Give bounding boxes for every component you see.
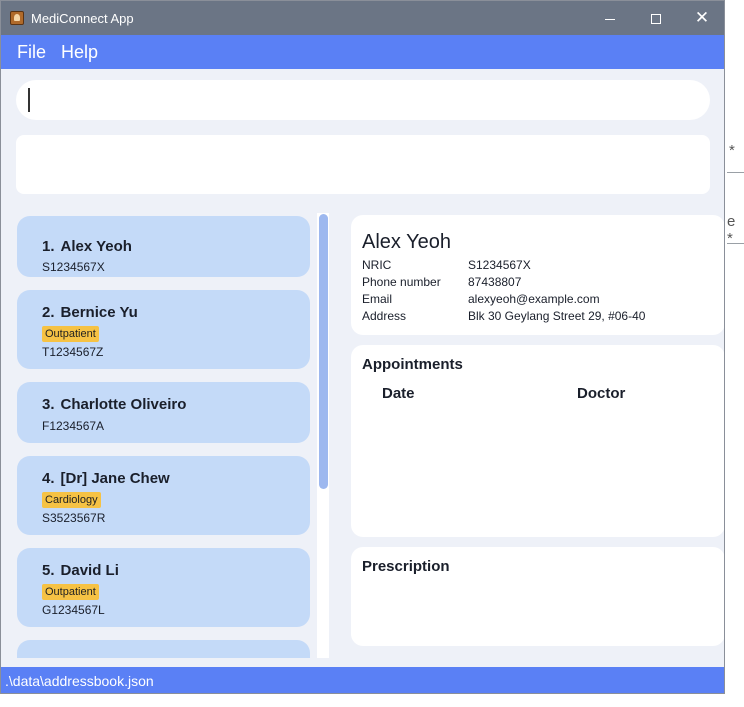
window-title: MediConnect App [31,11,134,26]
person-nric: G1234567L [42,603,105,617]
person-tag: Outpatient [42,326,99,342]
person-card[interactable]: 3. Charlotte Oliveiro F1234567A [17,382,310,443]
person-name: 2. Bernice Yu [42,304,138,321]
person-tag: Outpatient [42,584,99,600]
detail-value-nric: S1234567X [468,258,531,272]
person-nric: S3523567R [42,511,106,525]
detail-value-phone: 87438807 [468,275,522,289]
column-header-date[interactable]: Date [382,385,415,403]
detail-label-phone: Phone number [362,275,441,289]
background-window-text: e * [727,213,736,247]
maximize-icon [651,14,661,25]
prescription-title: Prescription [362,558,450,575]
list-scrollbar-thumb[interactable] [319,214,328,489]
detail-name: Alex Yeoh [362,231,451,253]
detail-label-email: Email [362,292,393,306]
menu-file[interactable]: File [17,42,46,62]
app-logo-icon [10,11,24,25]
appointments-panel: Appointments Date Doctor [351,345,724,537]
minimize-icon [605,18,615,20]
person-name: 4. [Dr] Jane Chew [42,470,170,487]
appointments-title: Appointments [362,356,463,373]
person-name: 5. David Li [42,562,119,579]
person-nric: T1234567Z [42,345,104,359]
prescription-panel: Prescription [351,547,724,646]
app-window: MediConnect App ✕ File Help 1. Alex Yeoh … [0,0,725,694]
person-name: 3. Charlotte Oliveiro [42,396,187,413]
person-card[interactable]: 4. [Dr] Jane Chew Cardiology S3523567R [17,456,310,535]
background-window-text: * [729,142,735,159]
data-file-path: .\data\addressbook.json [5,673,154,689]
title-bar[interactable]: MediConnect App ✕ [1,1,724,35]
detail-value-address: Blk 30 Geylang Street 29, #06-40 [468,309,646,323]
person-nric: S1234567X [42,260,105,274]
background-window-divider [727,243,744,244]
command-input[interactable] [16,80,710,120]
text-caret [28,88,30,112]
close-button[interactable]: ✕ [679,1,724,35]
person-card[interactable]: 5. David Li Outpatient G1234567L [17,548,310,627]
person-nric: F1234567A [42,419,105,433]
minimize-button[interactable] [587,1,633,35]
detail-label-nric: NRIC [362,258,392,272]
status-bar: .\data\addressbook.json [1,667,724,693]
result-display [16,135,710,194]
person-tag: Cardiology [42,492,101,508]
close-icon: ✕ [694,8,710,27]
person-card[interactable]: 1. Alex Yeoh S1234567X [17,216,310,277]
person-card-partial[interactable] [17,640,310,658]
person-list[interactable]: 1. Alex Yeoh S1234567X 2. Bernice Yu Outpa… [16,208,312,658]
person-card[interactable]: 2. Bernice Yu Outpatient T1234567Z [17,290,310,369]
detail-label-address: Address [362,309,407,323]
person-detail-panel: Alex Yeoh NRIC S1234567X Phone number 87… [351,215,724,335]
maximize-button[interactable] [633,1,679,35]
person-name: 1. Alex Yeoh [42,238,132,255]
detail-value-email: alexyeoh@example.com [468,292,600,306]
column-header-doctor[interactable]: Doctor [577,385,625,403]
background-window-divider [727,172,744,173]
menu-help[interactable]: Help [61,42,98,62]
menu-bar: File Help [1,35,724,69]
